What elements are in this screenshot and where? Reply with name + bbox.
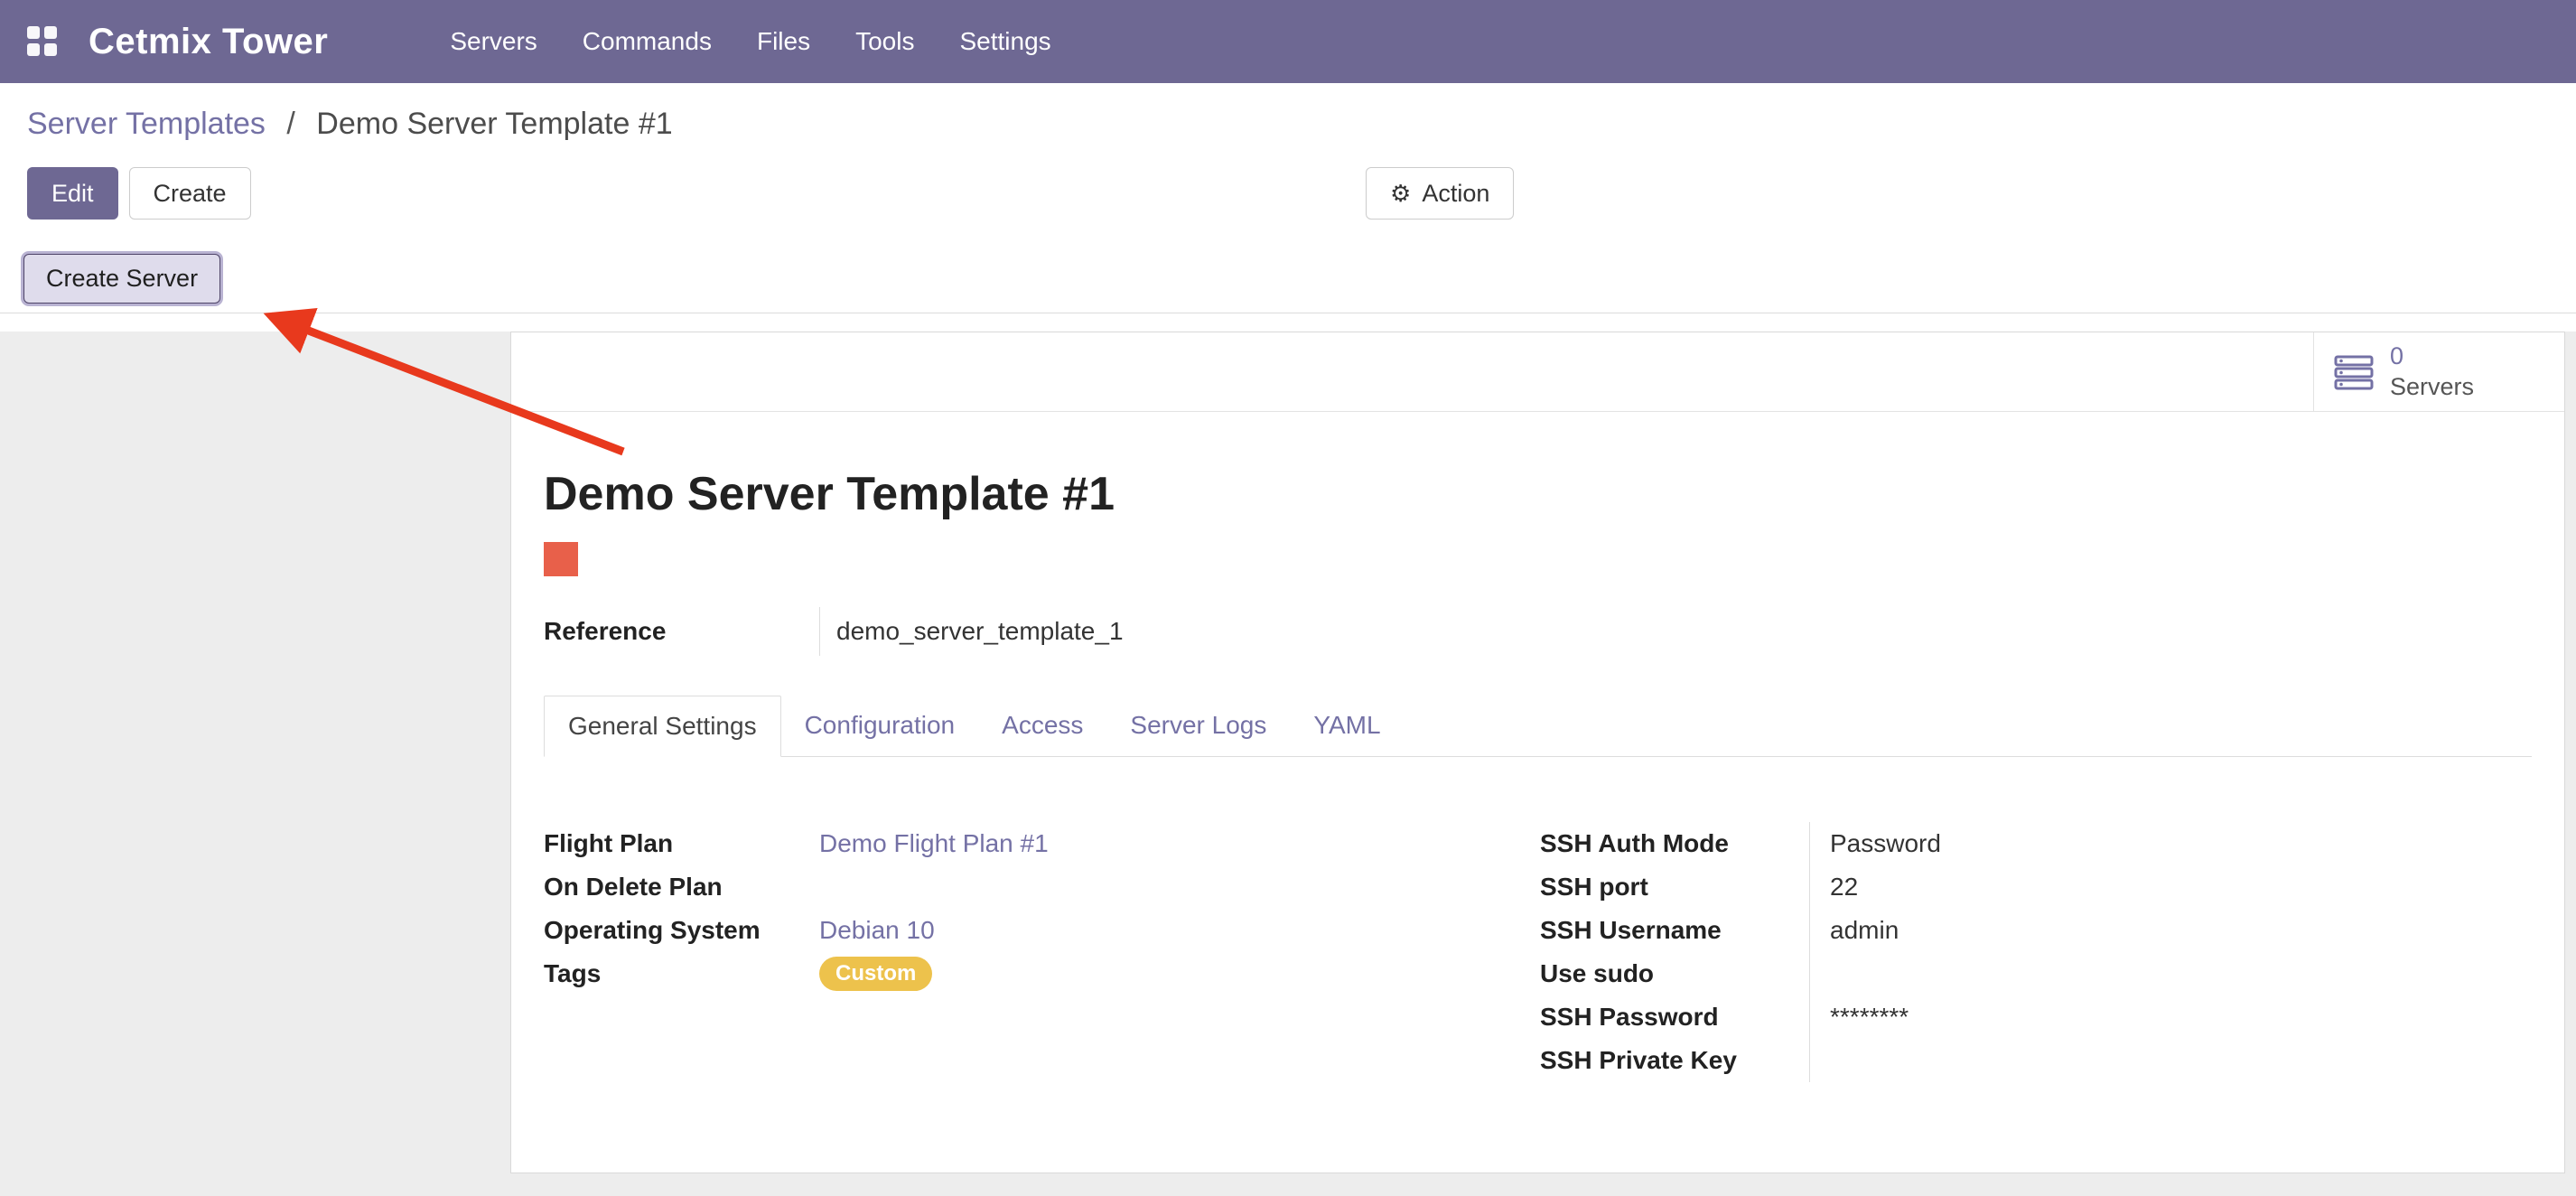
field-ssh-password: SSH Password ********	[1540, 995, 2532, 1039]
field-use-sudo: Use sudo	[1540, 952, 2532, 995]
servers-stat-button[interactable]: 0 Servers	[2313, 332, 2564, 411]
top-navbar: Cetmix Tower Servers Commands Files Tool…	[0, 0, 2576, 83]
action-button[interactable]: ⚙ Action	[1366, 167, 1514, 220]
flight-plan-link[interactable]: Demo Flight Plan #1	[819, 829, 1049, 858]
breadcrumb-parent-link[interactable]: Server Templates	[27, 107, 266, 141]
field-ssh-username: SSH Username admin	[1540, 909, 2532, 952]
create-server-button[interactable]: Create Server	[23, 254, 220, 304]
main-content-area: 0 Servers Demo Server Template #1 Refere…	[0, 332, 2576, 1196]
field-ssh-port: SSH port 22	[1540, 865, 2532, 909]
fields-right-column: SSH Auth Mode Password SSH port 22 SSH U…	[1540, 822, 2532, 1082]
action-button-holder: ⚙ Action	[1366, 167, 1514, 220]
control-panel: Edit Create ⚙ Action	[0, 147, 2576, 232]
servers-count: 0	[2390, 341, 2474, 372]
tab-configuration[interactable]: Configuration	[781, 696, 979, 756]
create-button[interactable]: Create	[129, 167, 251, 220]
gear-icon: ⚙	[1390, 182, 1411, 205]
breadcrumb-current: Demo Server Template #1	[316, 107, 672, 141]
statusbar: Create Server	[0, 232, 2576, 313]
color-swatch	[544, 542, 578, 576]
edit-button[interactable]: Edit	[27, 167, 118, 220]
form-sheet: 0 Servers Demo Server Template #1 Refere…	[510, 332, 2565, 1173]
servers-label: Servers	[2390, 372, 2474, 403]
breadcrumb: Server Templates / Demo Server Template …	[0, 83, 2576, 147]
apps-menu-icon[interactable]	[27, 26, 58, 57]
menu-files[interactable]: Files	[734, 0, 833, 83]
reference-field-row: Reference demo_server_template_1	[544, 607, 2532, 656]
tab-server-logs[interactable]: Server Logs	[1106, 696, 1290, 756]
menu-commands[interactable]: Commands	[560, 0, 734, 83]
tag-badge: Custom	[819, 957, 932, 991]
reference-value: demo_server_template_1	[819, 607, 1124, 656]
operating-system-link[interactable]: Debian 10	[819, 916, 935, 945]
record-title: Demo Server Template #1	[544, 468, 2532, 522]
main-menu: Servers Commands Files Tools Settings	[427, 0, 1073, 83]
field-on-delete-plan: On Delete Plan	[544, 865, 1540, 909]
tab-general-settings[interactable]: General Settings	[544, 696, 781, 757]
field-ssh-private-key: SSH Private Key	[1540, 1039, 2532, 1082]
sheet-body: Demo Server Template #1 Reference demo_s…	[511, 412, 2564, 1082]
menu-tools[interactable]: Tools	[833, 0, 937, 83]
field-tags: Tags Custom	[544, 952, 1540, 995]
field-operating-system: Operating System Debian 10	[544, 909, 1540, 952]
server-stack-icon	[2334, 354, 2374, 390]
general-settings-fields: Flight Plan Demo Flight Plan #1 On Delet…	[544, 822, 2532, 1082]
tab-access[interactable]: Access	[978, 696, 1106, 756]
action-button-label: Action	[1422, 179, 1489, 208]
field-flight-plan: Flight Plan Demo Flight Plan #1	[544, 822, 1540, 865]
fields-left-column: Flight Plan Demo Flight Plan #1 On Delet…	[544, 822, 1540, 1082]
app-brand[interactable]: Cetmix Tower	[89, 22, 328, 62]
menu-servers[interactable]: Servers	[427, 0, 559, 83]
button-box-row: 0 Servers	[511, 332, 2564, 412]
tab-yaml[interactable]: YAML	[1290, 696, 1404, 756]
reference-label: Reference	[544, 607, 819, 656]
notebook-tabs: General Settings Configuration Access Se…	[544, 696, 2532, 757]
servers-stat-text: 0 Servers	[2390, 341, 2474, 403]
menu-settings[interactable]: Settings	[937, 0, 1073, 83]
field-ssh-auth-mode: SSH Auth Mode Password	[1540, 822, 2532, 865]
breadcrumb-separator: /	[286, 107, 294, 141]
